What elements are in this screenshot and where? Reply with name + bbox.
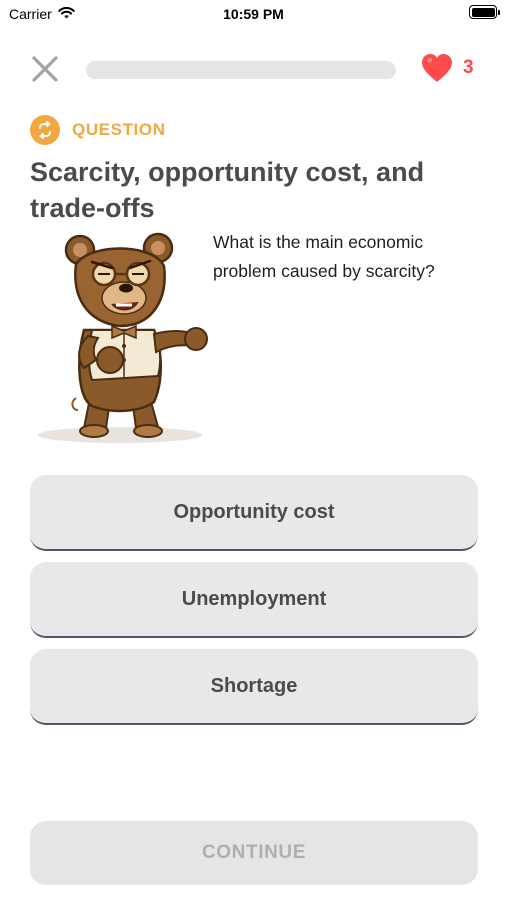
answer-option-opportunity-cost[interactable]: Opportunity cost	[30, 475, 478, 551]
battery-icon	[469, 5, 500, 19]
lives-indicator: 3	[420, 53, 474, 83]
question-label: QUESTION	[72, 120, 166, 139]
question-badge	[30, 115, 60, 145]
close-icon	[32, 56, 58, 82]
lives-count: 3	[463, 57, 474, 78]
question-prompt: What is the main economic problem caused…	[213, 232, 435, 281]
answer-option-label: Shortage	[210, 674, 298, 697]
answer-option-shortage[interactable]: Shortage	[30, 649, 478, 725]
continue-label: CONTINUE	[201, 842, 307, 863]
answer-option-label: Opportunity cost	[173, 500, 335, 523]
heart-icon	[422, 54, 452, 82]
answer-option-unemployment[interactable]: Unemployment	[30, 562, 478, 638]
status-time: 10:59 PM	[223, 6, 284, 22]
status-bar: Carrier 10:59 PM	[0, 0, 507, 30]
swap-icon	[39, 121, 51, 139]
question-label-row: QUESTION	[30, 115, 166, 145]
bear-mascot	[32, 230, 212, 445]
continue-button[interactable]: CONTINUE	[30, 821, 478, 885]
lesson-top-bar: 3	[0, 52, 507, 88]
close-button[interactable]	[30, 54, 62, 86]
quiz-screen: Carrier 10:59 PM 3 QUESTION Scarcity, op…	[0, 0, 507, 900]
lesson-title: Scarcity, opportunity cost, and trade-of…	[30, 157, 425, 223]
bear-mascot-illustration	[38, 232, 208, 443]
answer-option-label: Unemployment	[181, 587, 327, 610]
lesson-progress-bar	[86, 61, 396, 79]
battery-fill	[471, 7, 495, 17]
